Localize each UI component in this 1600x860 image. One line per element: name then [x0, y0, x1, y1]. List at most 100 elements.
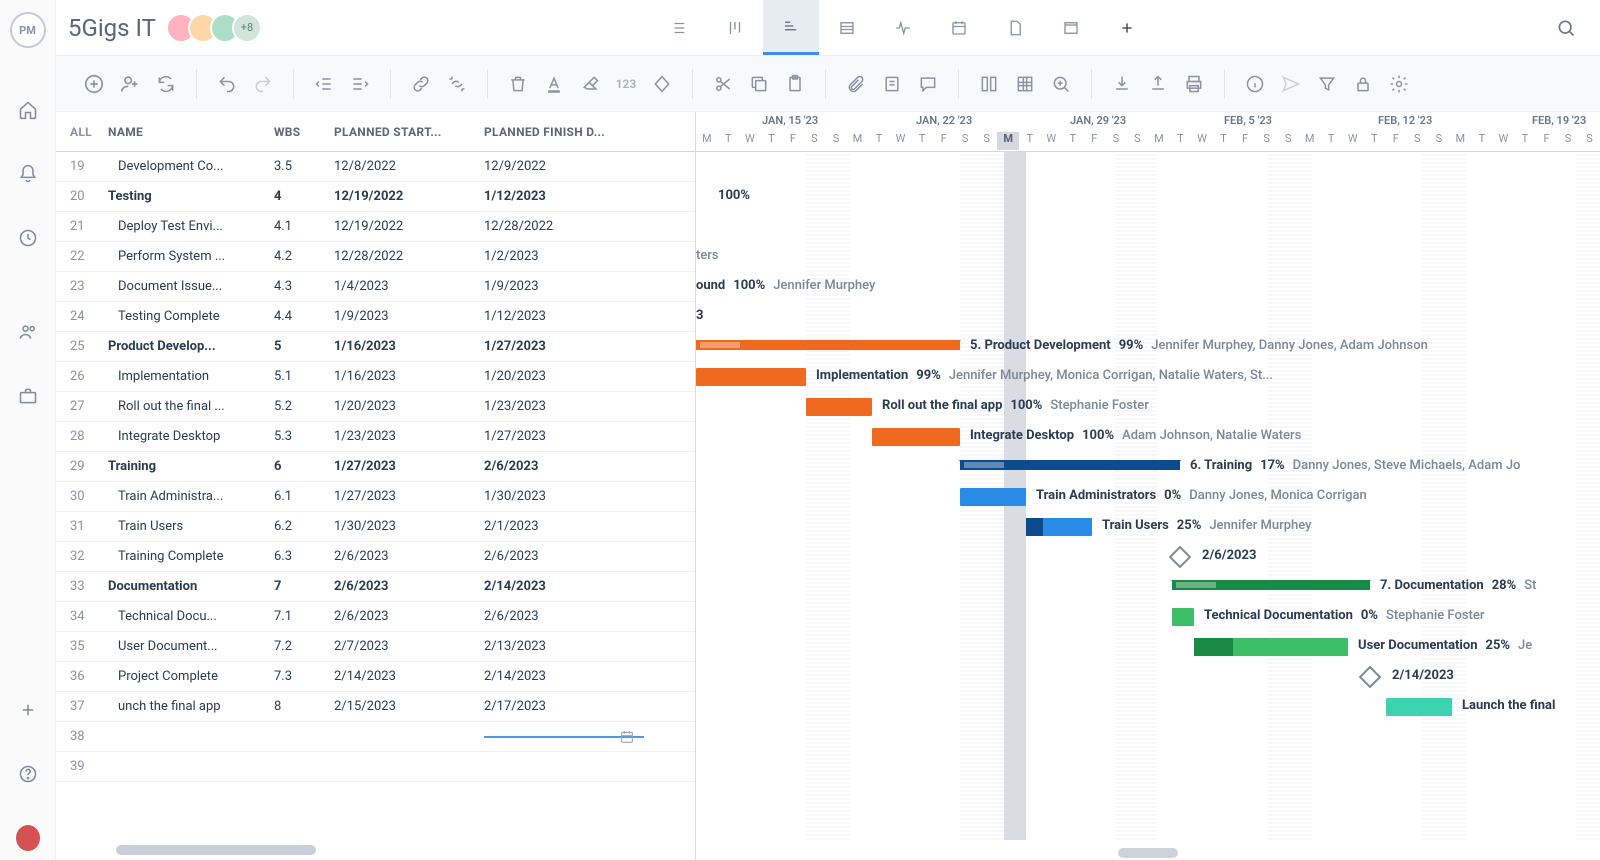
paste-icon[interactable]: [777, 66, 813, 102]
search-icon[interactable]: [1544, 18, 1588, 38]
col-all[interactable]: ALL: [56, 125, 104, 139]
finish-cell[interactable]: 1/27/2023: [484, 339, 644, 354]
col-start[interactable]: PLANNED START...: [334, 125, 484, 139]
grid-row[interactable]: 30Train Administra...6.11/27/20231/30/20…: [56, 482, 695, 512]
wbs-cell[interactable]: 7.1: [274, 609, 334, 624]
finish-cell[interactable]: 1/12/2023: [484, 309, 644, 324]
wbs-cell[interactable]: 5.2: [274, 399, 334, 414]
grid-row[interactable]: 28Integrate Desktop5.31/23/20231/27/2023: [56, 422, 695, 452]
grid-hscroll[interactable]: [56, 840, 695, 860]
task-bar[interactable]: [806, 398, 872, 416]
attach-icon[interactable]: [838, 66, 874, 102]
finish-cell[interactable]: 2/6/2023: [484, 459, 644, 474]
assign-icon[interactable]: [112, 66, 148, 102]
send-icon[interactable]: [1273, 66, 1309, 102]
grid-row[interactable]: 37unch the final app82/15/20232/17/2023: [56, 692, 695, 722]
grid-row[interactable]: 25Product Develop...51/16/20231/27/2023: [56, 332, 695, 362]
grid-icon[interactable]: [1007, 66, 1043, 102]
start-cell[interactable]: 12/19/2022: [334, 219, 484, 234]
grid-row[interactable]: 24Testing Complete4.41/9/20231/12/2023: [56, 302, 695, 332]
milestone-diamond[interactable]: [1169, 546, 1192, 569]
grid-row[interactable]: 20Testing412/19/20221/12/2023: [56, 182, 695, 212]
grid-row[interactable]: 21Deploy Test Envi...4.112/19/202212/28/…: [56, 212, 695, 242]
tab-gantt-icon[interactable]: [763, 0, 819, 55]
start-cell[interactable]: 1/23/2023: [334, 429, 484, 444]
finish-cell[interactable]: 1/30/2023: [484, 489, 644, 504]
task-name-cell[interactable]: Integrate Desktop: [104, 429, 274, 444]
summary-bar[interactable]: [960, 460, 1180, 470]
grid-row[interactable]: 29Training61/27/20232/6/2023: [56, 452, 695, 482]
trash-icon[interactable]: [500, 66, 536, 102]
start-cell[interactable]: 2/6/2023: [334, 609, 484, 624]
wbs-cell[interactable]: 5.1: [274, 369, 334, 384]
col-finish[interactable]: PLANNED FINISH D...: [484, 125, 644, 139]
task-name-cell[interactable]: Testing Complete: [104, 309, 274, 324]
indent-icon[interactable]: [342, 66, 378, 102]
task-name-cell[interactable]: Deploy Test Envi...: [104, 219, 274, 234]
tab-sheet-icon[interactable]: [819, 0, 875, 55]
grid-row[interactable]: 38: [56, 722, 695, 752]
task-name-cell[interactable]: Implementation: [104, 369, 274, 384]
milestone-icon[interactable]: [644, 66, 680, 102]
summary-bar[interactable]: [1172, 580, 1370, 590]
filter-icon[interactable]: [1309, 66, 1345, 102]
briefcase-icon[interactable]: [16, 384, 40, 408]
start-cell[interactable]: 1/27/2023: [334, 489, 484, 504]
task-name-cell[interactable]: Documentation: [104, 579, 274, 594]
wbs-cell[interactable]: 8: [274, 699, 334, 714]
redo-icon[interactable]: [245, 66, 281, 102]
start-cell[interactable]: 1/4/2023: [334, 279, 484, 294]
start-cell[interactable]: 1/16/2023: [334, 369, 484, 384]
task-name-cell[interactable]: Train Users: [104, 519, 274, 534]
start-cell[interactable]: 2/15/2023: [334, 699, 484, 714]
col-name[interactable]: NAME: [104, 125, 274, 139]
finish-cell[interactable]: 12/28/2022: [484, 219, 644, 234]
wbs-cell[interactable]: 4.2: [274, 249, 334, 264]
info-icon[interactable]: [1237, 66, 1273, 102]
grid-row[interactable]: 32Training Complete6.32/6/20232/6/2023: [56, 542, 695, 572]
app-logo[interactable]: PM: [10, 12, 46, 48]
gantt-chart[interactable]: JAN, 15 '23JAN, 22 '23JAN, 29 '23FEB, 5 …: [696, 112, 1600, 860]
refresh-icon[interactable]: [148, 66, 184, 102]
note-icon[interactable]: [874, 66, 910, 102]
finish-cell[interactable]: 1/2/2023: [484, 249, 644, 264]
wbs-cell[interactable]: 4.4: [274, 309, 334, 324]
tab-activity-icon[interactable]: [875, 0, 931, 55]
tab-add-icon[interactable]: [1099, 0, 1155, 55]
finish-cell[interactable]: 1/23/2023: [484, 399, 644, 414]
grid-row[interactable]: 31Train Users6.21/30/20232/1/2023: [56, 512, 695, 542]
start-cell[interactable]: 12/19/2022: [334, 189, 484, 204]
undo-icon[interactable]: [209, 66, 245, 102]
print-icon[interactable]: [1176, 66, 1212, 102]
wbs-cell[interactable]: 7: [274, 579, 334, 594]
finish-cell[interactable]: 2/14/2023: [484, 669, 644, 684]
start-cell[interactable]: 2/7/2023: [334, 639, 484, 654]
finish-cell[interactable]: 2/6/2023: [484, 609, 644, 624]
help-icon[interactable]: [16, 762, 40, 786]
clock-icon[interactable]: [16, 226, 40, 250]
task-name-cell[interactable]: Testing: [104, 189, 274, 204]
wbs-cell[interactable]: 5.3: [274, 429, 334, 444]
start-cell[interactable]: 12/28/2022: [334, 249, 484, 264]
people-icon[interactable]: [16, 320, 40, 344]
start-cell[interactable]: 1/20/2023: [334, 399, 484, 414]
start-cell[interactable]: 1/16/2023: [334, 339, 484, 354]
grid-row[interactable]: 39: [56, 752, 695, 782]
start-cell[interactable]: 1/27/2023: [334, 459, 484, 474]
start-cell[interactable]: 1/9/2023: [334, 309, 484, 324]
wbs-cell[interactable]: 5: [274, 339, 334, 354]
avatar-more[interactable]: +8: [232, 13, 262, 43]
col-wbs[interactable]: WBS: [274, 125, 334, 139]
task-bar[interactable]: [960, 488, 1026, 506]
gantt-hscroll[interactable]: [1118, 848, 1178, 858]
wbs-number-icon[interactable]: 123: [608, 66, 644, 102]
task-name-cell[interactable]: Perform System ...: [104, 249, 274, 264]
cut-icon[interactable]: [705, 66, 741, 102]
finish-cell[interactable]: 2/6/2023: [484, 549, 644, 564]
wbs-cell[interactable]: 3.5: [274, 159, 334, 174]
finish-cell[interactable]: 2/17/2023: [484, 699, 644, 714]
tab-file-icon[interactable]: [987, 0, 1043, 55]
text-color-icon[interactable]: [536, 66, 572, 102]
start-cell[interactable]: 2/6/2023: [334, 549, 484, 564]
grid-row[interactable]: 23Document Issue...4.31/4/20231/9/2023: [56, 272, 695, 302]
